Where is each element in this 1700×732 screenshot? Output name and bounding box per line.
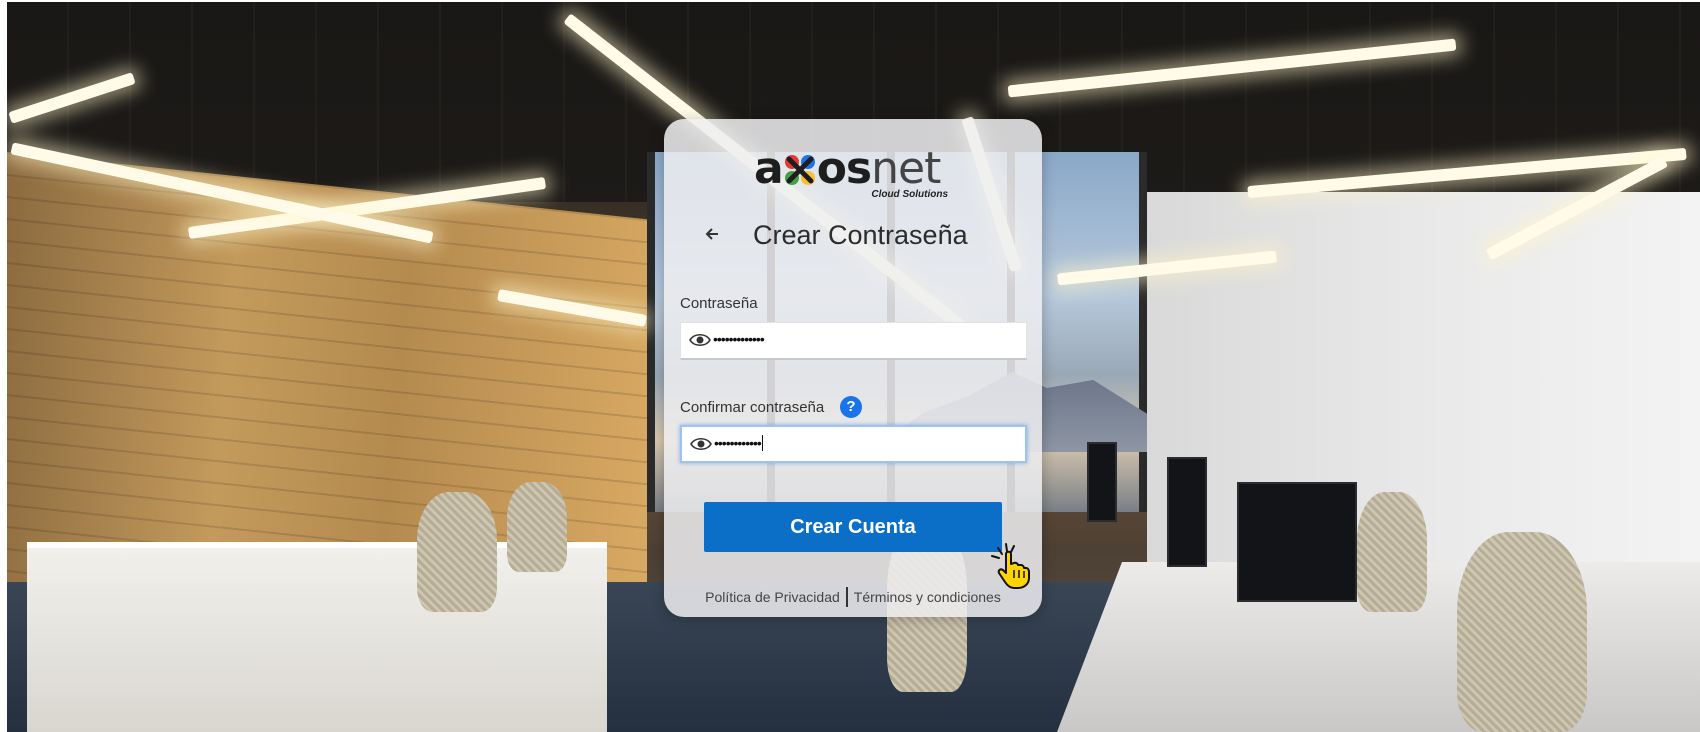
hand-pointer-icon <box>988 540 1036 590</box>
footer-divider <box>845 587 848 607</box>
office-chair <box>1457 532 1587 732</box>
password-label: Contraseña <box>680 295 758 312</box>
footer-links: Política de Privacidad Términos y condici… <box>664 587 1042 607</box>
page-title: Crear Contraseña <box>753 220 968 250</box>
create-account-button[interactable]: Crear Cuenta <box>704 502 1002 552</box>
logo-letters-net: net <box>871 143 941 194</box>
confirm-password-field[interactable]: •••••••••••• <box>680 425 1027 463</box>
logo-wordmark: a osnet <box>754 143 941 194</box>
logo-tagline: Cloud Solutions <box>871 189 948 200</box>
axosnet-logo: a osnet Cloud Solutions <box>754 143 954 201</box>
logo-letter-a: a <box>754 143 784 194</box>
confirm-password-dots: •••••••••••• <box>714 435 762 451</box>
confirm-password-label: Confirmar contraseña <box>680 399 825 416</box>
logo-letters-os: os <box>816 143 872 194</box>
monitor <box>1167 457 1207 567</box>
question-icon[interactable]: ? <box>840 396 862 418</box>
terms-link[interactable]: Términos y condiciones <box>854 589 1001 605</box>
monitor <box>1237 482 1357 602</box>
office-chair <box>1357 492 1427 612</box>
password-field[interactable]: ••••••••••••• <box>680 322 1027 360</box>
monitor <box>1087 442 1117 522</box>
confirm-password-value: •••••••••••• <box>714 435 763 451</box>
create-password-card: a osnet Cloud Solutions Crear Contraseña … <box>664 119 1042 617</box>
password-value: ••••••••••••• <box>713 331 765 347</box>
office-chair <box>417 492 497 612</box>
text-caret <box>761 435 763 451</box>
office-chair <box>507 482 567 572</box>
eye-icon[interactable] <box>690 436 712 452</box>
eye-icon[interactable] <box>689 332 711 348</box>
arrow-left-icon[interactable] <box>700 223 724 247</box>
logo-x-icon <box>783 149 817 185</box>
privacy-policy-link[interactable]: Política de Privacidad <box>705 589 840 605</box>
